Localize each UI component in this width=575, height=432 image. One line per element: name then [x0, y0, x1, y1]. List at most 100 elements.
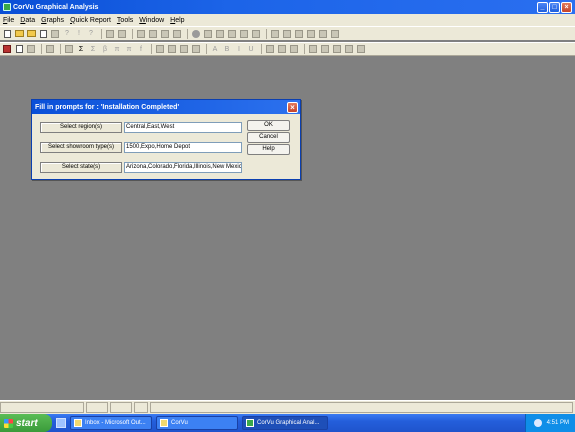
print-icon[interactable] — [117, 29, 127, 39]
layout-icon[interactable] — [270, 29, 280, 39]
new-document-icon[interactable] — [2, 29, 12, 39]
ok-button[interactable]: OK — [247, 120, 290, 131]
brush-icon[interactable] — [167, 44, 177, 54]
select-region-button[interactable]: Select region(s) — [40, 122, 122, 133]
menu-bar: File Data Graphs Quick Report Tools Wind… — [0, 14, 575, 26]
toolbar-separator — [60, 44, 61, 54]
close-button[interactable]: × — [561, 1, 572, 13]
toolbar-separator — [261, 44, 262, 54]
start-button[interactable]: start — [0, 414, 52, 432]
table-icon[interactable] — [172, 29, 182, 39]
menu-graphs[interactable]: Graphs — [41, 17, 64, 24]
bar-chart-icon[interactable] — [203, 29, 213, 39]
app-icon — [3, 3, 11, 11]
grid-icon[interactable] — [136, 29, 146, 39]
paint-icon[interactable] — [155, 44, 165, 54]
toolbar-separator — [206, 44, 207, 54]
quick-launch-icon[interactable] — [56, 418, 66, 428]
select-state-button[interactable]: Select state(s) — [40, 162, 122, 173]
status-bar — [0, 400, 575, 414]
circle-chart-icon[interactable] — [191, 29, 201, 39]
column-chart-icon[interactable] — [215, 29, 225, 39]
region-field[interactable]: Central,East,West — [124, 122, 242, 133]
corvu-icon — [160, 419, 168, 427]
grid-lines2-icon[interactable] — [320, 44, 330, 54]
context-help-icon[interactable]: ? — [86, 29, 96, 39]
columns-icon[interactable] — [45, 44, 55, 54]
clock: 4:51 PM — [546, 420, 569, 426]
preview-icon[interactable] — [14, 44, 24, 54]
bold-icon[interactable]: B — [222, 44, 232, 54]
cancel-button[interactable]: Cancel — [247, 132, 290, 143]
showroom-type-field[interactable]: 1500,Expo,Home Depot — [124, 142, 242, 153]
menu-tools[interactable]: Tools — [117, 17, 133, 24]
chart-options-icon[interactable] — [251, 29, 261, 39]
function-icon[interactable]: f — [136, 44, 146, 54]
image-icon[interactable] — [160, 29, 170, 39]
sigma-x-icon[interactable]: Σ — [88, 44, 98, 54]
underline-icon[interactable]: U — [246, 44, 256, 54]
grid-lines5-icon[interactable] — [356, 44, 366, 54]
select-showroom-type-button[interactable]: Select showroom type(s) — [40, 142, 122, 153]
status-pane — [133, 402, 148, 413]
border-icon[interactable] — [191, 44, 201, 54]
help-button[interactable]: Help — [247, 144, 290, 155]
network-icon[interactable] — [533, 419, 542, 427]
save-disk-icon[interactable] — [50, 29, 60, 39]
align-left-icon[interactable] — [265, 44, 275, 54]
maximize-button[interactable]: □ — [549, 1, 560, 13]
menu-data[interactable]: Data — [20, 17, 35, 24]
open-report-icon[interactable] — [38, 29, 48, 39]
menu-help[interactable]: Help — [170, 17, 184, 24]
line-chart-icon[interactable] — [227, 29, 237, 39]
dialog-close-button[interactable]: × — [287, 101, 298, 113]
font-icon[interactable]: A — [210, 44, 220, 54]
layout4-icon[interactable] — [306, 29, 316, 39]
italic-icon[interactable]: I — [234, 44, 244, 54]
minimize-button[interactable]: _ — [537, 1, 548, 13]
align-center-icon[interactable] — [277, 44, 287, 54]
grid-lines-icon[interactable] — [308, 44, 318, 54]
taskbar-item-corvu-graphical[interactable]: CorVu Graphical Anal... — [242, 416, 328, 430]
grid-lines4-icon[interactable] — [344, 44, 354, 54]
layout3-icon[interactable] — [294, 29, 304, 39]
layout6-icon[interactable] — [330, 29, 340, 39]
taskbar-item-corvu[interactable]: CorVu — [156, 416, 238, 430]
status-pane — [0, 402, 84, 413]
layout5-icon[interactable] — [318, 29, 328, 39]
exclamation-icon[interactable]: ! — [74, 29, 84, 39]
toolbar-separator — [101, 28, 102, 39]
open-folder-icon[interactable] — [14, 29, 24, 39]
state-field[interactable]: Arizona,Colorado,Florida,Illinois,New Me… — [124, 162, 242, 173]
toolbar-separator — [132, 28, 133, 39]
help-icon[interactable]: ? — [62, 29, 72, 39]
layout2-icon[interactable] — [282, 29, 292, 39]
menu-quick-report[interactable]: Quick Report — [70, 17, 111, 24]
pi-icon[interactable]: π — [112, 44, 122, 54]
grid-lines3-icon[interactable] — [332, 44, 342, 54]
menu-file[interactable]: File — [3, 17, 14, 24]
report-icon[interactable] — [2, 44, 12, 54]
toolbar-separator — [187, 28, 188, 39]
link-icon[interactable] — [105, 29, 115, 39]
align-right-icon[interactable] — [289, 44, 299, 54]
toolbar-separator — [304, 44, 305, 54]
filter-icon[interactable] — [64, 44, 74, 54]
windows-logo-icon — [4, 418, 13, 428]
menu-window[interactable]: Window — [139, 17, 164, 24]
fill-icon[interactable] — [179, 44, 189, 54]
toolbar-separator — [41, 44, 42, 54]
toolbar-separator — [151, 44, 152, 54]
open-file-icon[interactable] — [26, 29, 36, 39]
status-pane — [85, 402, 108, 413]
sum-icon[interactable]: Σ — [76, 44, 86, 54]
pi2-icon[interactable]: π — [124, 44, 134, 54]
export-icon[interactable] — [26, 44, 36, 54]
area-chart-icon[interactable] — [239, 29, 249, 39]
beta-icon[interactable]: β — [100, 44, 110, 54]
dialog-title: Fill in prompts for : 'Installation Comp… — [35, 103, 180, 111]
standard-toolbar: ? ! ? — [0, 26, 575, 40]
taskbar-item-outlook[interactable]: Inbox - Microsoft Out... — [70, 416, 152, 430]
sort-icon[interactable] — [148, 29, 158, 39]
outlook-icon — [74, 419, 82, 427]
